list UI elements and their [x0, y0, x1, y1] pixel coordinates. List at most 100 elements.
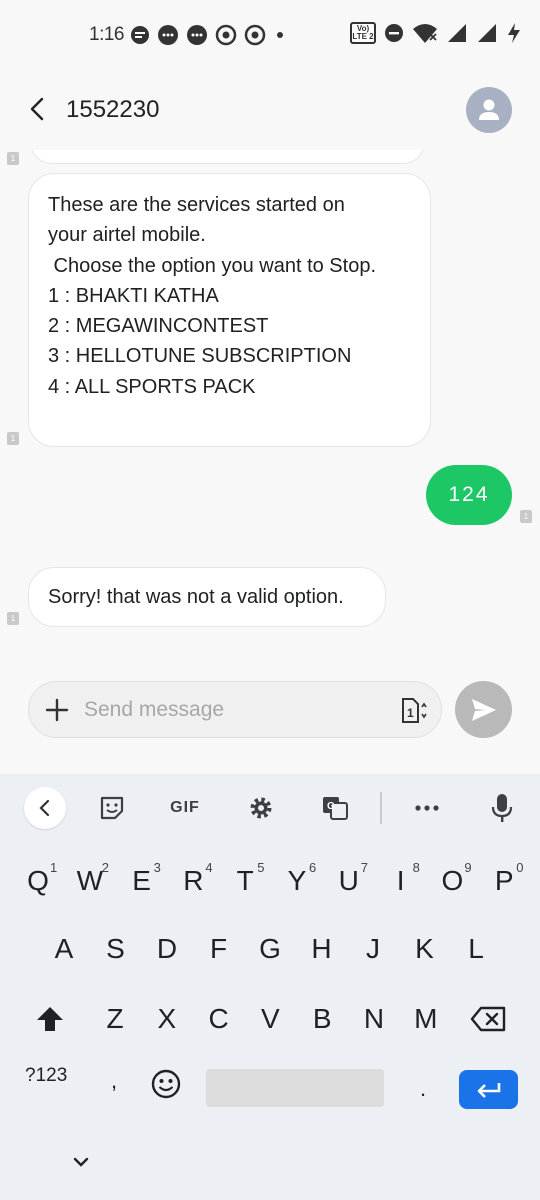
key-v[interactable]: V — [248, 990, 292, 1048]
key-i[interactable]: I8 — [379, 852, 423, 910]
key-p[interactable]: P0 — [482, 852, 526, 910]
sticker-icon — [100, 796, 124, 820]
key-a[interactable]: A — [42, 920, 86, 978]
chat-notification-icon — [158, 25, 178, 45]
key-y[interactable]: Y6 — [275, 852, 319, 910]
key-label: C — [208, 1003, 229, 1034]
message-line: Sorry! that was not a valid option. — [48, 586, 344, 608]
key-k[interactable]: K — [403, 920, 447, 978]
sim-selector[interactable]: 1 — [397, 697, 429, 725]
chrome-icon — [215, 24, 237, 46]
shift-key[interactable] — [20, 990, 80, 1048]
key-label: Q — [27, 865, 49, 896]
key-hint: 8 — [412, 860, 420, 875]
message-line: 4 : ALL SPORTS PACK — [48, 375, 256, 398]
key-label: S — [106, 933, 125, 964]
incoming-message-bubble[interactable]: Sorry! that was not a valid option. — [28, 567, 386, 627]
settings-button[interactable] — [241, 788, 281, 828]
key-f[interactable]: F — [197, 920, 241, 978]
conversation-title: 1552230 — [66, 96, 160, 123]
key-hint: 2 — [101, 860, 110, 875]
incoming-message-bubble[interactable]: These are the services started on your a… — [28, 173, 431, 447]
gif-label: GIF — [170, 799, 200, 816]
dnd-icon — [385, 24, 403, 42]
key-label: A — [54, 933, 74, 964]
key-label: F — [209, 933, 228, 964]
enter-key[interactable] — [459, 1070, 518, 1109]
toolbar-back-button[interactable] — [24, 787, 66, 829]
key-r[interactable]: R4 — [171, 852, 215, 910]
key-label: H — [311, 933, 332, 964]
key-label: R — [183, 865, 204, 896]
key-t[interactable]: T5 — [223, 852, 267, 910]
key-e[interactable]: E3 — [120, 852, 164, 910]
message-input[interactable] — [84, 692, 384, 728]
wifi-icon — [413, 24, 437, 43]
conversation-header: 1552230 — [0, 70, 540, 150]
key-hint: 4 — [205, 860, 213, 875]
message-line: 1 : BHAKTI KATHA — [48, 284, 219, 307]
send-button[interactable] — [455, 681, 512, 738]
key-o[interactable]: O9 — [430, 852, 474, 910]
key-l[interactable]: L — [454, 920, 498, 978]
key-u[interactable]: U7 — [327, 852, 371, 910]
voice-input-button[interactable] — [482, 788, 522, 828]
previous-message-bubble[interactable] — [30, 150, 425, 164]
system-icons: Vo) LTE 2 — [350, 22, 522, 44]
enter-arrow-icon — [477, 1082, 500, 1098]
status-bar: 1:16 Vo) LTE 2 — [0, 0, 540, 70]
key-label: G — [259, 933, 281, 964]
key-label: O — [441, 865, 464, 896]
add-attachment-icon[interactable] — [43, 696, 71, 724]
key-x[interactable]: X — [145, 990, 189, 1048]
message-list[interactable]: 1 These are the services started on your… — [0, 150, 540, 670]
key-s[interactable]: S — [94, 920, 138, 978]
key-label: J — [366, 933, 380, 964]
message-line: 2 : MEGAWINCONTEST — [48, 315, 269, 338]
comma-key[interactable]: , — [111, 1068, 117, 1094]
chat-notification-icon-2 — [187, 25, 207, 45]
key-n[interactable]: N — [352, 990, 396, 1048]
key-hint: 7 — [360, 860, 369, 875]
more-options-button[interactable] — [407, 788, 447, 828]
key-m[interactable]: M — [404, 990, 448, 1048]
key-d[interactable]: D — [145, 920, 189, 978]
period-key[interactable]: . — [420, 1076, 426, 1102]
key-hint: 1 — [50, 860, 58, 875]
back-arrow-icon[interactable] — [26, 96, 50, 122]
key-label: Z — [106, 1003, 124, 1034]
key-hint: 0 — [516, 860, 524, 875]
signal-icon — [448, 24, 466, 42]
sim-card-icon: 1 — [402, 698, 427, 723]
hide-keyboard-chevron-icon[interactable] — [70, 1154, 92, 1170]
message-text: 124 — [448, 483, 490, 506]
key-b[interactable]: B — [300, 990, 344, 1048]
key-j[interactable]: J — [351, 920, 395, 978]
sim-badge: 1 — [7, 432, 19, 445]
key-hint: 6 — [309, 860, 317, 875]
key-g[interactable]: G — [248, 920, 292, 978]
key-w[interactable]: W2 — [68, 852, 112, 910]
contact-avatar[interactable] — [466, 87, 512, 133]
key-z[interactable]: Z — [93, 990, 137, 1048]
key-hint: 3 — [153, 860, 161, 875]
sticker-button[interactable] — [92, 788, 132, 828]
keyboard: GIF G Q1W2E3R4T5Y6U7I8O9P0ASDFGHJKLZXCVB… — [0, 774, 540, 1200]
key-label: L — [468, 933, 484, 964]
symbols-key[interactable]: ?123 — [25, 1065, 67, 1087]
outgoing-message-bubble[interactable]: 124 — [426, 465, 512, 525]
keyboard-toolbar: GIF G — [0, 774, 540, 840]
key-c[interactable]: C — [197, 990, 241, 1048]
key-label: B — [312, 1003, 332, 1034]
status-time: 1:16 — [89, 24, 124, 45]
space-key[interactable] — [206, 1069, 384, 1107]
key-label: M — [414, 1003, 438, 1034]
gif-button[interactable]: GIF — [165, 788, 205, 828]
backspace-key[interactable] — [458, 990, 518, 1048]
emoji-key-icon[interactable] — [150, 1068, 182, 1100]
compose-bar: 1 — [28, 681, 442, 738]
key-label: T — [236, 865, 254, 896]
key-h[interactable]: H — [300, 920, 344, 978]
key-q[interactable]: Q1 — [16, 852, 60, 910]
translate-button[interactable]: G — [315, 788, 355, 828]
